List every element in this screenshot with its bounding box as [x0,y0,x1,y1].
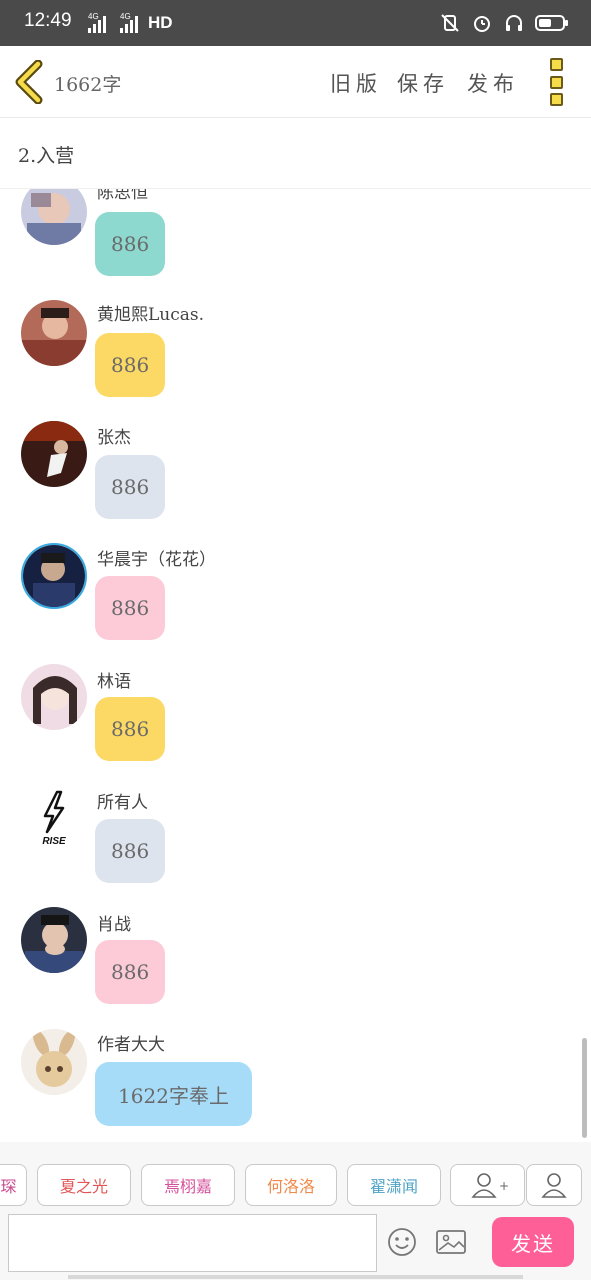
old-version-button[interactable]: 旧版 [330,68,382,98]
message-bubble[interactable]: 886 [95,940,166,1004]
message-bubble[interactable]: 886 [95,455,166,519]
rise-logo-icon: RISE [21,786,87,852]
smiley-icon [388,1228,416,1256]
signal-icon: 4G [120,12,138,33]
signal-icon: 4G [88,12,106,33]
sender-name: 林语 [97,672,131,692]
sender-name: 所有人 [97,793,148,813]
character-chip-bar[interactable]: 琛 夏之光 焉栩嘉 何洛洛 翟潇闻 + [0,1142,591,1210]
sender-name: 张杰 [97,428,131,448]
message-bubble[interactable]: 886 [95,819,166,883]
status-signal-group: 4G 4G HD [88,12,173,33]
chat-message: 华晨宇（花花） 886 [0,543,591,663]
word-count: 1662字 [54,74,122,96]
chapter-title: 2.入营 [18,145,75,167]
emoji-button[interactable] [386,1226,418,1258]
alarm-icon [471,12,493,34]
chat-message: 陈思恒 886 [0,189,591,304]
sender-name: 陈思恒 [97,189,148,203]
avatar[interactable] [21,543,87,609]
image-icon [436,1230,466,1254]
dot-icon [550,93,563,106]
input-row: 发送 [0,1210,591,1280]
avatar[interactable] [21,664,87,730]
character-chip[interactable]: 琛 [0,1164,27,1206]
person-icon [541,1173,567,1198]
svg-text:RISE: RISE [42,836,66,847]
sender-name: 黄旭熙Lucas. [97,305,205,325]
sender-name: 作者大大 [97,1035,165,1055]
vibrate-off-icon [439,12,461,34]
send-button[interactable]: 发送 [492,1217,574,1267]
avatar[interactable] [21,907,87,973]
more-menu-button[interactable] [550,58,568,106]
avatar[interactable] [21,1029,87,1095]
chat-message: 作者大大 1622字奉上 [0,1029,591,1142]
avatar[interactable] [21,189,87,245]
chat-message: 林语 886 [0,664,591,784]
character-chip[interactable]: 焉栩嘉 [141,1164,235,1206]
nav-gesture-bar [68,1275,523,1279]
message-input[interactable] [8,1214,377,1272]
character-chip[interactable]: 何洛洛 [245,1164,337,1206]
headset-icon [503,12,525,34]
status-time: 12:49 [24,10,72,31]
battery-icon [535,12,569,34]
avatar[interactable] [21,421,87,487]
publish-button[interactable]: 发布 [467,68,519,98]
hd-indicator: HD [148,13,173,32]
status-bar: 12:49 4G 4G HD [0,0,591,46]
chevron-left-icon [15,59,43,105]
image-button[interactable] [435,1226,467,1258]
chapter-title-bar[interactable]: 2.入营 [0,118,591,189]
scrollbar[interactable] [582,1038,587,1138]
character-chip[interactable]: 翟潇闻 [347,1164,441,1206]
message-bubble[interactable]: 886 [95,576,166,640]
add-character-button[interactable]: + [450,1164,525,1206]
dot-icon [550,75,563,89]
chat-message: 肖战 886 [0,907,591,1027]
sender-name: 华晨宇（花花） [97,550,216,570]
back-button[interactable] [14,59,46,105]
chat-message: 黄旭熙Lucas. 886 [0,300,591,420]
dot-icon [550,58,563,71]
sender-name: 肖战 [97,915,131,935]
add-person-icon: + [470,1173,509,1198]
editor-header: 1662字 旧版 保存 发布 [0,46,591,118]
message-bubble[interactable]: 886 [95,212,166,276]
status-icons [439,12,569,34]
chat-message: 张杰 886 [0,421,591,541]
avatar[interactable] [21,300,87,366]
message-bubble[interactable]: 886 [95,697,166,761]
character-chip[interactable]: 夏之光 [37,1164,131,1206]
character-manage-button[interactable] [526,1164,582,1206]
svg-text:+: + [498,1179,508,1193]
save-button[interactable]: 保存 [397,68,449,98]
avatar[interactable]: RISE [21,786,87,852]
chat-list[interactable]: 陈思恒 886 黄旭熙Lucas. 886 张杰 886 华晨宇（花花） 886… [0,189,591,1142]
chat-message: RISE 所有人 886 [0,786,591,906]
message-bubble[interactable]: 886 [95,333,166,397]
message-bubble[interactable]: 1622字奉上 [95,1062,252,1126]
